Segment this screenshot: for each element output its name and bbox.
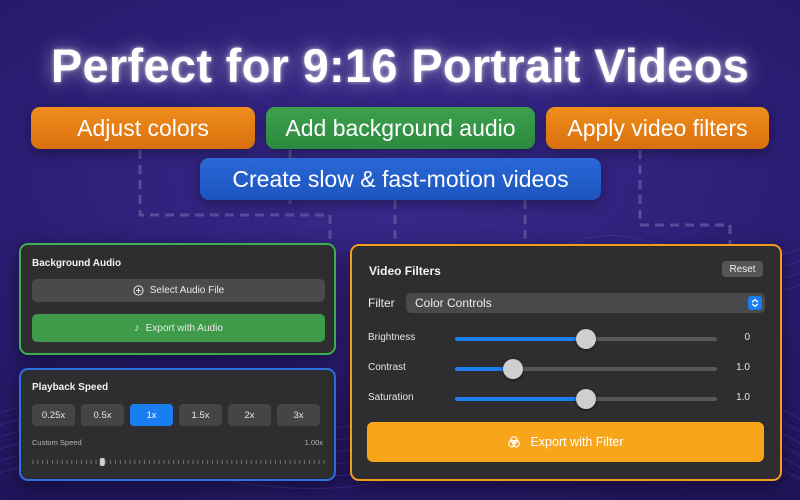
select-audio-file-button[interactable]: Select Audio File — [32, 279, 325, 302]
chevron-updown-icon — [748, 296, 762, 310]
speed-option-1-5x[interactable]: 1.5x — [179, 404, 222, 426]
speed-option-3x[interactable]: 3x — [277, 404, 320, 426]
contrast-slider-knob[interactable] — [502, 359, 523, 379]
filter-label: Filter — [368, 296, 395, 310]
export-with-audio-button[interactable]: ♪ Export with Audio — [32, 314, 325, 342]
speed-option-0-25x[interactable]: 0.25x — [32, 404, 75, 426]
filter-select-value: Color Controls — [415, 296, 492, 310]
saturation-label: Saturation — [368, 392, 414, 403]
brightness-value: 0 — [744, 332, 750, 343]
speed-option-0-5x[interactable]: 0.5x — [81, 404, 124, 426]
video-filters-panel: Video Filters Reset Filter Color Control… — [350, 244, 782, 481]
export-with-filter-button[interactable]: Export with Filter — [367, 422, 764, 462]
filter-icon — [508, 436, 521, 448]
feature-background-audio: Add background audio — [266, 107, 535, 149]
music-note-icon: ♪ — [134, 322, 140, 334]
background-audio-title: Background Audio — [32, 258, 122, 269]
contrast-label: Contrast — [368, 362, 406, 373]
saturation-slider-knob[interactable] — [576, 389, 596, 409]
export-with-audio-label: Export with Audio — [145, 322, 223, 334]
brightness-label: Brightness — [368, 332, 416, 343]
background-audio-panel: Background Audio Select Audio File ♪ Exp… — [19, 243, 336, 355]
reset-button[interactable]: Reset — [722, 261, 763, 277]
custom-speed-knob[interactable] — [99, 458, 105, 466]
export-with-filter-label: Export with Filter — [530, 435, 624, 449]
playback-speed-panel: Playback Speed 0.25x 0.5x 1x 1.5x 2x 3x … — [19, 368, 336, 481]
feature-adjust-colors: Adjust colors — [31, 107, 255, 149]
playback-speed-title: Playback Speed — [32, 382, 109, 393]
feature-video-filters: Apply video filters — [546, 107, 769, 149]
speed-option-1x[interactable]: 1x — [130, 404, 173, 426]
saturation-slider[interactable] — [455, 389, 717, 409]
brightness-slider[interactable] — [455, 329, 717, 349]
select-audio-file-label: Select Audio File — [149, 285, 225, 296]
video-filters-title: Video Filters — [369, 264, 441, 278]
filter-select[interactable]: Color Controls — [406, 293, 765, 313]
feature-slow-fast-motion: Create slow & fast-motion videos — [200, 158, 601, 200]
add-circle-icon — [133, 285, 144, 296]
contrast-slider[interactable] — [455, 359, 717, 379]
custom-speed-slider[interactable] — [32, 458, 325, 466]
custom-speed-value: 1.00x — [304, 438, 323, 447]
contrast-value: 1.0 — [736, 362, 750, 373]
speed-options: 0.25x 0.5x 1x 1.5x 2x 3x — [32, 404, 320, 426]
brightness-slider-knob[interactable] — [576, 329, 596, 349]
saturation-value: 1.0 — [736, 392, 750, 403]
custom-speed-label: Custom Speed — [32, 438, 82, 447]
speed-option-2x[interactable]: 2x — [228, 404, 271, 426]
